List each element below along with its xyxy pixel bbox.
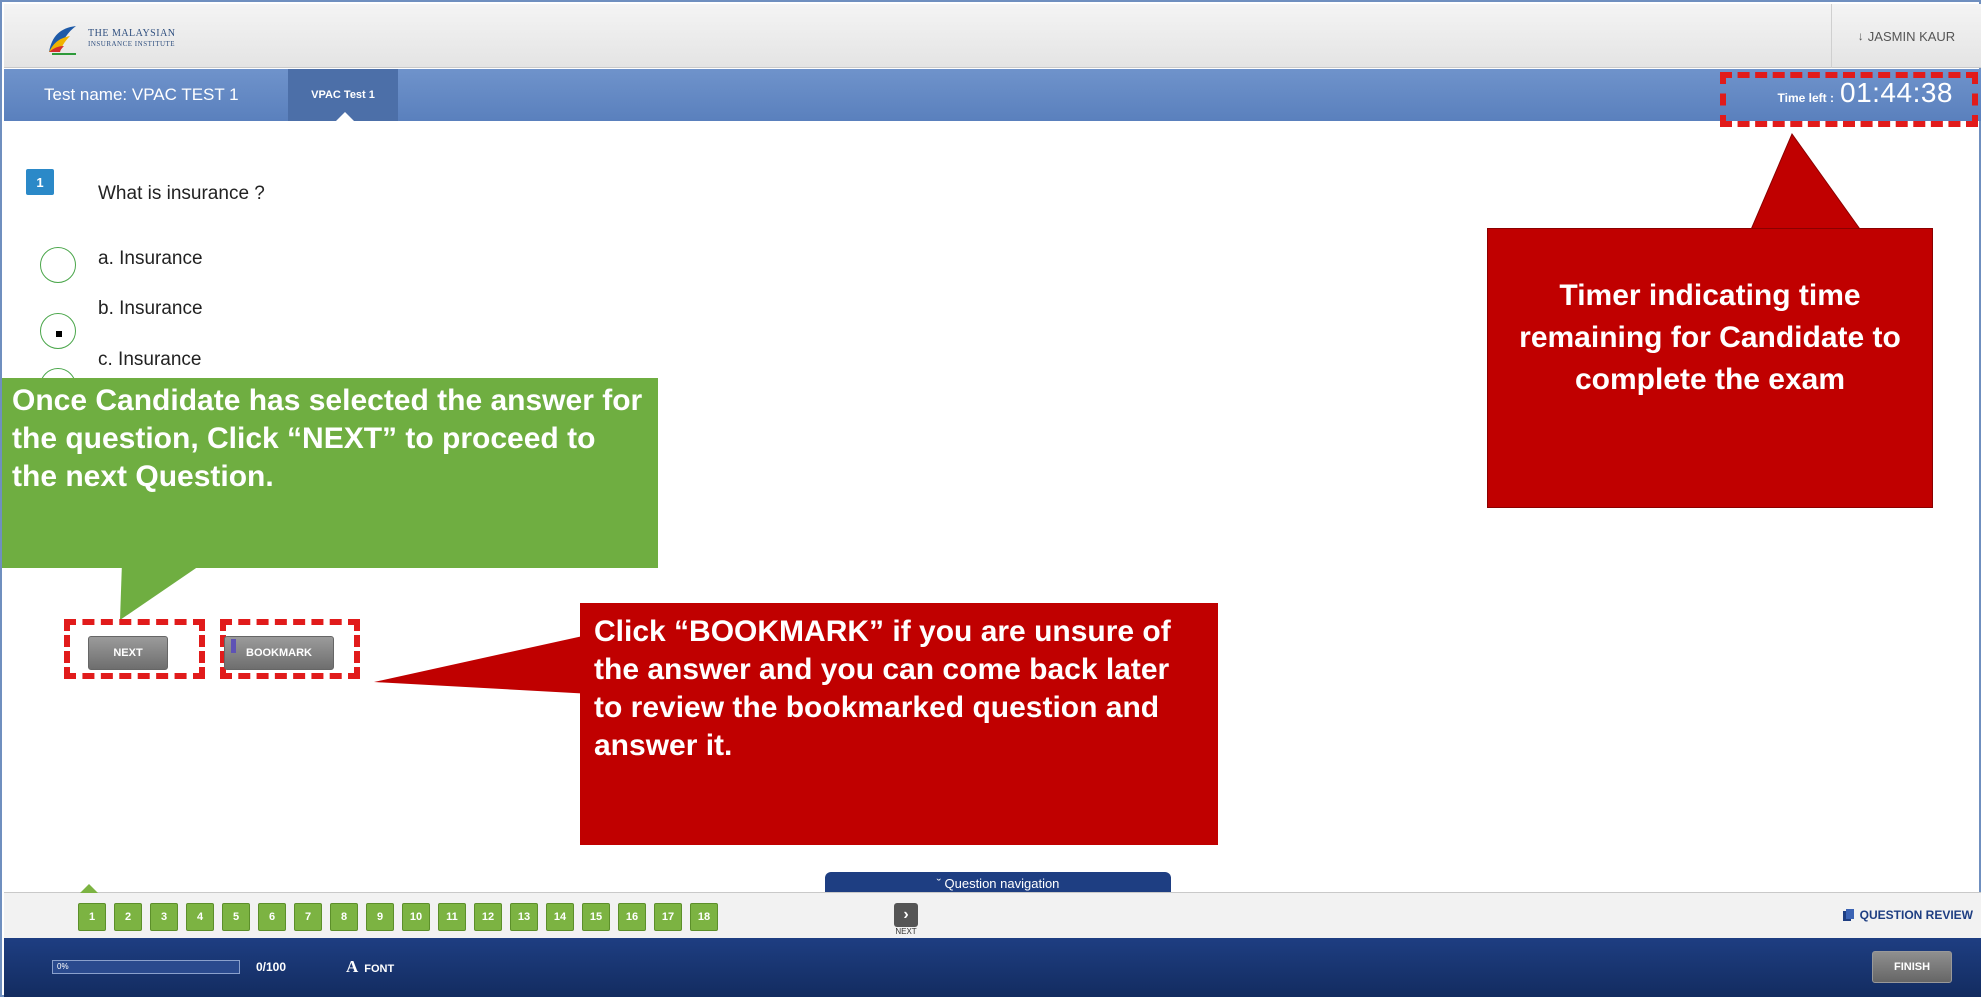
bookmark-flag-icon: [231, 639, 236, 653]
question-nav-item[interactable]: 1: [78, 903, 106, 931]
question-nav-item[interactable]: 6: [258, 903, 286, 931]
question-review-button[interactable]: QUESTION REVIEW: [1842, 908, 1973, 922]
question-navigation-toggle[interactable]: ˇ Question navigation: [825, 872, 1171, 894]
bookmark-help-callout: Click “BOOKMARK” if you are unsure of th…: [580, 603, 1218, 845]
timer-highlight-box: [1720, 72, 1978, 127]
question-nav-item[interactable]: 8: [330, 903, 358, 931]
question-nav-item[interactable]: 12: [474, 903, 502, 931]
question-nav-item[interactable]: 3: [150, 903, 178, 931]
question-review-label: QUESTION REVIEW: [1859, 908, 1973, 922]
question-nav-item[interactable]: 13: [510, 903, 538, 931]
current-question-caret-icon: [80, 884, 98, 893]
review-document-icon: [1842, 909, 1854, 921]
bookmark-callout-pointer: [374, 634, 592, 694]
progress-percent: 0%: [57, 962, 69, 971]
bottom-status-bar: 0% 0/100 A FONT FINISH: [4, 938, 1981, 997]
question-nav-next[interactable]: › NEXT: [894, 903, 922, 937]
bookmark-button[interactable]: BOOKMARK: [224, 636, 334, 670]
chevron-right-icon[interactable]: ›: [894, 903, 918, 927]
font-size-control[interactable]: A FONT: [346, 957, 394, 977]
question-nav-item[interactable]: 2: [114, 903, 142, 931]
question-nav-item[interactable]: 15: [582, 903, 610, 931]
answered-count: 0/100: [256, 960, 287, 974]
question-nav-item[interactable]: 4: [186, 903, 214, 931]
timer-callout-pointer: [1749, 132, 1863, 233]
timer-help-callout: Timer indicating time remaining for Cand…: [1487, 228, 1933, 508]
green-callout-pointer: [120, 562, 202, 620]
question-navigation-bar: 1 2 3 4 5 6 7 8 9 10 11 12 13 14 15 16 17 18 › NEXT QUEST…: [4, 884, 1981, 938]
question-nav-item[interactable]: 14: [546, 903, 574, 931]
question-nav-next-label: NEXT: [895, 927, 917, 936]
question-nav-item[interactable]: 18: [690, 903, 718, 931]
question-nav-item[interactable]: 16: [618, 903, 646, 931]
next-help-callout: Once Candidate has selected the answer f…: [2, 378, 658, 568]
progress-bar: 0%: [52, 960, 240, 974]
finish-button[interactable]: FINISH: [1872, 951, 1952, 983]
exam-window: THE MALAYSIAN INSURANCE INSTITUTE ↓ JASM…: [0, 0, 1981, 997]
bookmark-label: BOOKMARK: [246, 647, 312, 659]
question-nav-item[interactable]: 7: [294, 903, 322, 931]
question-nav-item[interactable]: 11: [438, 903, 466, 931]
font-icon: A: [346, 957, 359, 976]
question-nav-item[interactable]: 9: [366, 903, 394, 931]
next-button[interactable]: NEXT: [88, 636, 168, 670]
font-label: FONT: [364, 963, 395, 975]
question-nav-item[interactable]: 17: [654, 903, 682, 931]
question-number-list: 1 2 3 4 5 6 7 8 9 10 11 12 13 14 15 16 17 18: [78, 903, 726, 931]
question-nav-item[interactable]: 5: [222, 903, 250, 931]
question-nav-item[interactable]: 10: [402, 903, 430, 931]
